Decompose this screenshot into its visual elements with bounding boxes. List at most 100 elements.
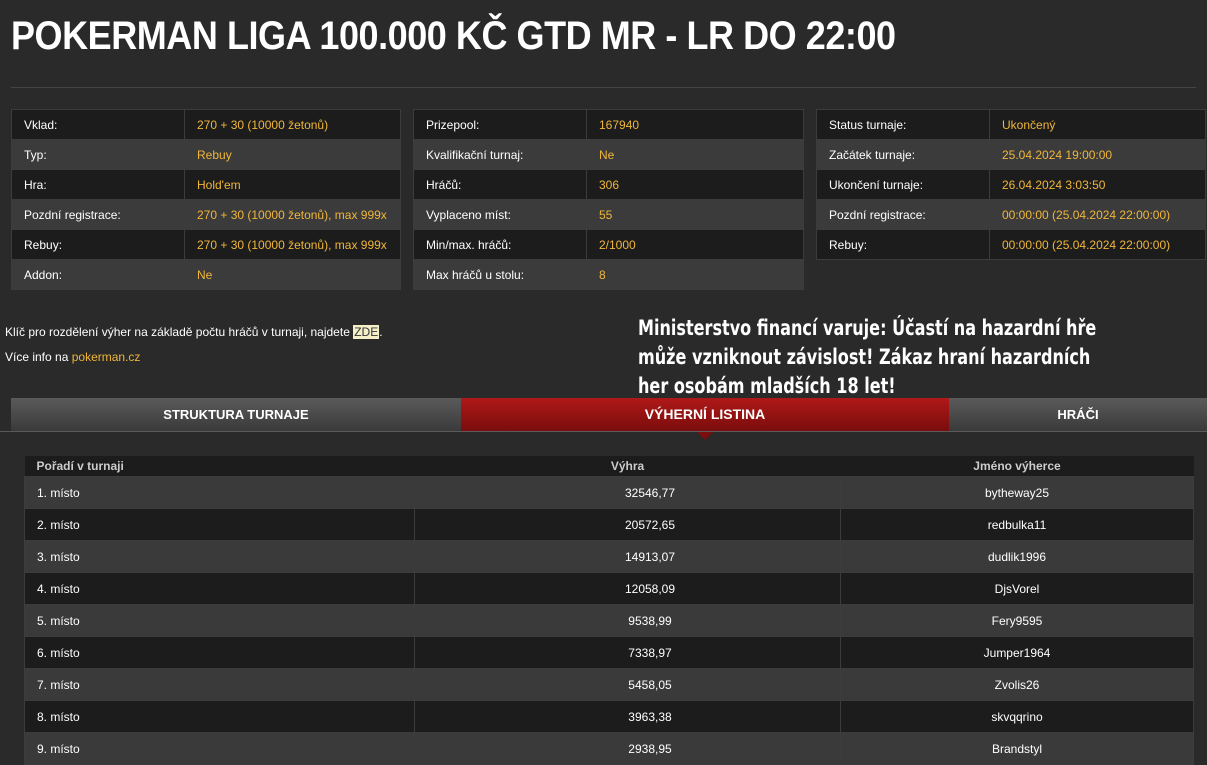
info-row: Status turnaje: Ukončený xyxy=(816,109,1206,140)
winner-cell: Brandstyl xyxy=(840,732,1194,765)
info-row: Začátek turnaje: 25.04.2024 19:00:00 xyxy=(816,139,1206,170)
info-value: Hold'em xyxy=(184,169,401,200)
info-row: Pozdní registrace: 00:00:00 (25.04.2024 2… xyxy=(816,199,1206,230)
info-label: Pozdní registrace: xyxy=(11,199,185,230)
info-label: Vklad: xyxy=(11,109,185,140)
info-row: Addon: Ne xyxy=(11,259,401,290)
info-label: Typ: xyxy=(11,139,185,170)
info-row: Kvalifikační turnaj: Ne xyxy=(413,139,804,170)
info-row: Max hráčů u stolu: 8 xyxy=(413,259,804,290)
rank-cell: 1. místo xyxy=(24,476,415,509)
info-value: 00:00:00 (25.04.2024 22:00:00) xyxy=(989,229,1206,260)
info-label: Prizepool: xyxy=(413,109,587,140)
winner-cell: bytheway25 xyxy=(840,476,1194,509)
table-row: 6. místo 7338,97 Jumper1964 xyxy=(24,636,1194,669)
info-row: Typ: Rebuy xyxy=(11,139,401,170)
winner-cell: Fery9595 xyxy=(840,604,1194,637)
info-value: Ne xyxy=(184,259,401,290)
info-label: Addon: xyxy=(11,259,185,290)
info-label: Status turnaje: xyxy=(816,109,990,140)
table-row: 4. místo 12058,09 DjsVorel xyxy=(24,572,1194,605)
info-row: Hráčů: 306 xyxy=(413,169,804,200)
active-tab-arrow-icon xyxy=(696,431,714,440)
info-value: 8 xyxy=(586,259,804,290)
info-value: 306 xyxy=(586,169,804,200)
info-value: Ne xyxy=(586,139,804,170)
rank-cell: 9. místo xyxy=(24,732,415,765)
tab-payout-list[interactable]: VÝHERNÍ LISTINA xyxy=(461,398,949,440)
prize-cell: 9538,99 xyxy=(414,604,841,637)
info-label: Min/max. hráčů: xyxy=(413,229,587,260)
payout-key-text: Klíč pro rozdělení výher na základě počt… xyxy=(5,325,354,339)
payout-table-header: Pořadí v turnaji Výhra Jméno výherce xyxy=(24,456,1194,477)
header-winner: Jméno výherce xyxy=(840,456,1194,477)
info-label: Pozdní registrace: xyxy=(816,199,990,230)
payout-key-link[interactable]: ZDE xyxy=(353,325,380,339)
info-label: Hráčů: xyxy=(413,169,587,200)
gambling-warning: Ministerstvo financí varuje: Účastí na h… xyxy=(638,316,1097,398)
rank-cell: 3. místo xyxy=(24,540,415,573)
tab-bar: STRUKTURA TURNAJE VÝHERNÍ LISTINA HRÁČI xyxy=(11,398,1207,440)
rank-cell: 7. místo xyxy=(24,668,415,701)
info-label: Ukončení turnaje: xyxy=(816,169,990,200)
tab-divider xyxy=(0,431,1207,432)
info-row: Rebuy: 270 + 30 (10000 žetonů), max 999x xyxy=(11,229,401,260)
tournament-info-table-1: Vklad: 270 + 30 (10000 žetonů) Typ: Rebuy Hr… xyxy=(11,109,401,290)
header-rank: Pořadí v turnaji xyxy=(24,456,415,477)
prize-cell: 32546,77 xyxy=(414,476,841,509)
payout-key-end: . xyxy=(379,325,383,339)
winner-cell: skvqqrino xyxy=(840,700,1194,733)
info-label: Vyplaceno míst: xyxy=(413,199,587,230)
info-value: 25.04.2024 19:00:00 xyxy=(989,139,1206,170)
winner-cell: dudlik1996 xyxy=(840,540,1194,573)
info-value: 270 + 30 (10000 žetonů), max 999x xyxy=(184,199,401,230)
info-label: Kvalifikační turnaj: xyxy=(413,139,587,170)
header-prize: Výhra xyxy=(414,456,841,477)
info-value: 00:00:00 (25.04.2024 22:00:00) xyxy=(989,199,1206,230)
info-label: Hra: xyxy=(11,169,185,200)
prize-cell: 20572,65 xyxy=(414,508,841,541)
more-info-text: Více info na xyxy=(5,350,72,364)
info-value: 55 xyxy=(586,199,804,230)
rank-cell: 8. místo xyxy=(24,700,415,733)
info-row: Pozdní registrace: 270 + 30 (10000 žetonů… xyxy=(11,199,401,230)
winner-cell: Jumper1964 xyxy=(840,636,1194,669)
rank-cell: 2. místo xyxy=(24,508,415,541)
info-value: 26.04.2024 3:03:50 xyxy=(989,169,1206,200)
pokerman-link[interactable]: pokerman.cz xyxy=(72,350,141,364)
info-row: Ukončení turnaje: 26.04.2024 3:03:50 xyxy=(816,169,1206,200)
table-row: 2. místo 20572,65 redbulka11 xyxy=(24,508,1194,541)
info-label: Rebuy: xyxy=(816,229,990,260)
rank-cell: 4. místo xyxy=(24,572,415,605)
payout-key-note: Klíč pro rozdělení výher na základě počt… xyxy=(5,325,383,339)
table-row: 5. místo 9538,99 Fery9595 xyxy=(24,604,1194,637)
table-row: 7. místo 5458,05 Zvolis26 xyxy=(24,668,1194,701)
info-row: Min/max. hráčů: 2/1000 xyxy=(413,229,804,260)
table-row: 3. místo 14913,07 dudlik1996 xyxy=(24,540,1194,573)
info-row: Rebuy: 00:00:00 (25.04.2024 22:00:00) xyxy=(816,229,1206,260)
info-value: Ukončený xyxy=(989,109,1206,140)
table-row: 8. místo 3963,38 skvqqrino xyxy=(24,700,1194,733)
info-row: Prizepool: 167940 xyxy=(413,109,804,140)
rank-cell: 5. místo xyxy=(24,604,415,637)
info-row: Vyplaceno míst: 55 xyxy=(413,199,804,230)
info-label: Max hráčů u stolu: xyxy=(413,259,587,290)
table-row: 1. místo 32546,77 bytheway25 xyxy=(24,476,1194,509)
winner-cell: DjsVorel xyxy=(840,572,1194,605)
table-row: 9. místo 2938,95 Brandstyl xyxy=(24,732,1194,765)
more-info-note: Více info na pokerman.cz xyxy=(5,350,140,364)
tab-structure[interactable]: STRUKTURA TURNAJE xyxy=(11,398,461,431)
info-row: Hra: Hold'em xyxy=(11,169,401,200)
info-label: Začátek turnaje: xyxy=(816,139,990,170)
page-title: POKERMAN LIGA 100.000 KČ GTD MR - LR DO … xyxy=(11,14,896,58)
prize-cell: 2938,95 xyxy=(414,732,841,765)
info-value: 270 + 30 (10000 žetonů) xyxy=(184,109,401,140)
prize-cell: 5458,05 xyxy=(414,668,841,701)
prize-cell: 12058,09 xyxy=(414,572,841,605)
tournament-info-table-2: Prizepool: 167940 Kvalifikační turnaj: Ne Hr… xyxy=(413,109,804,290)
prize-cell: 14913,07 xyxy=(414,540,841,573)
tab-players[interactable]: HRÁČI xyxy=(949,398,1207,431)
tournament-info-table-3: Status turnaje: Ukončený Začátek turnaje: 2… xyxy=(816,109,1206,260)
info-value: Rebuy xyxy=(184,139,401,170)
prize-cell: 3963,38 xyxy=(414,700,841,733)
